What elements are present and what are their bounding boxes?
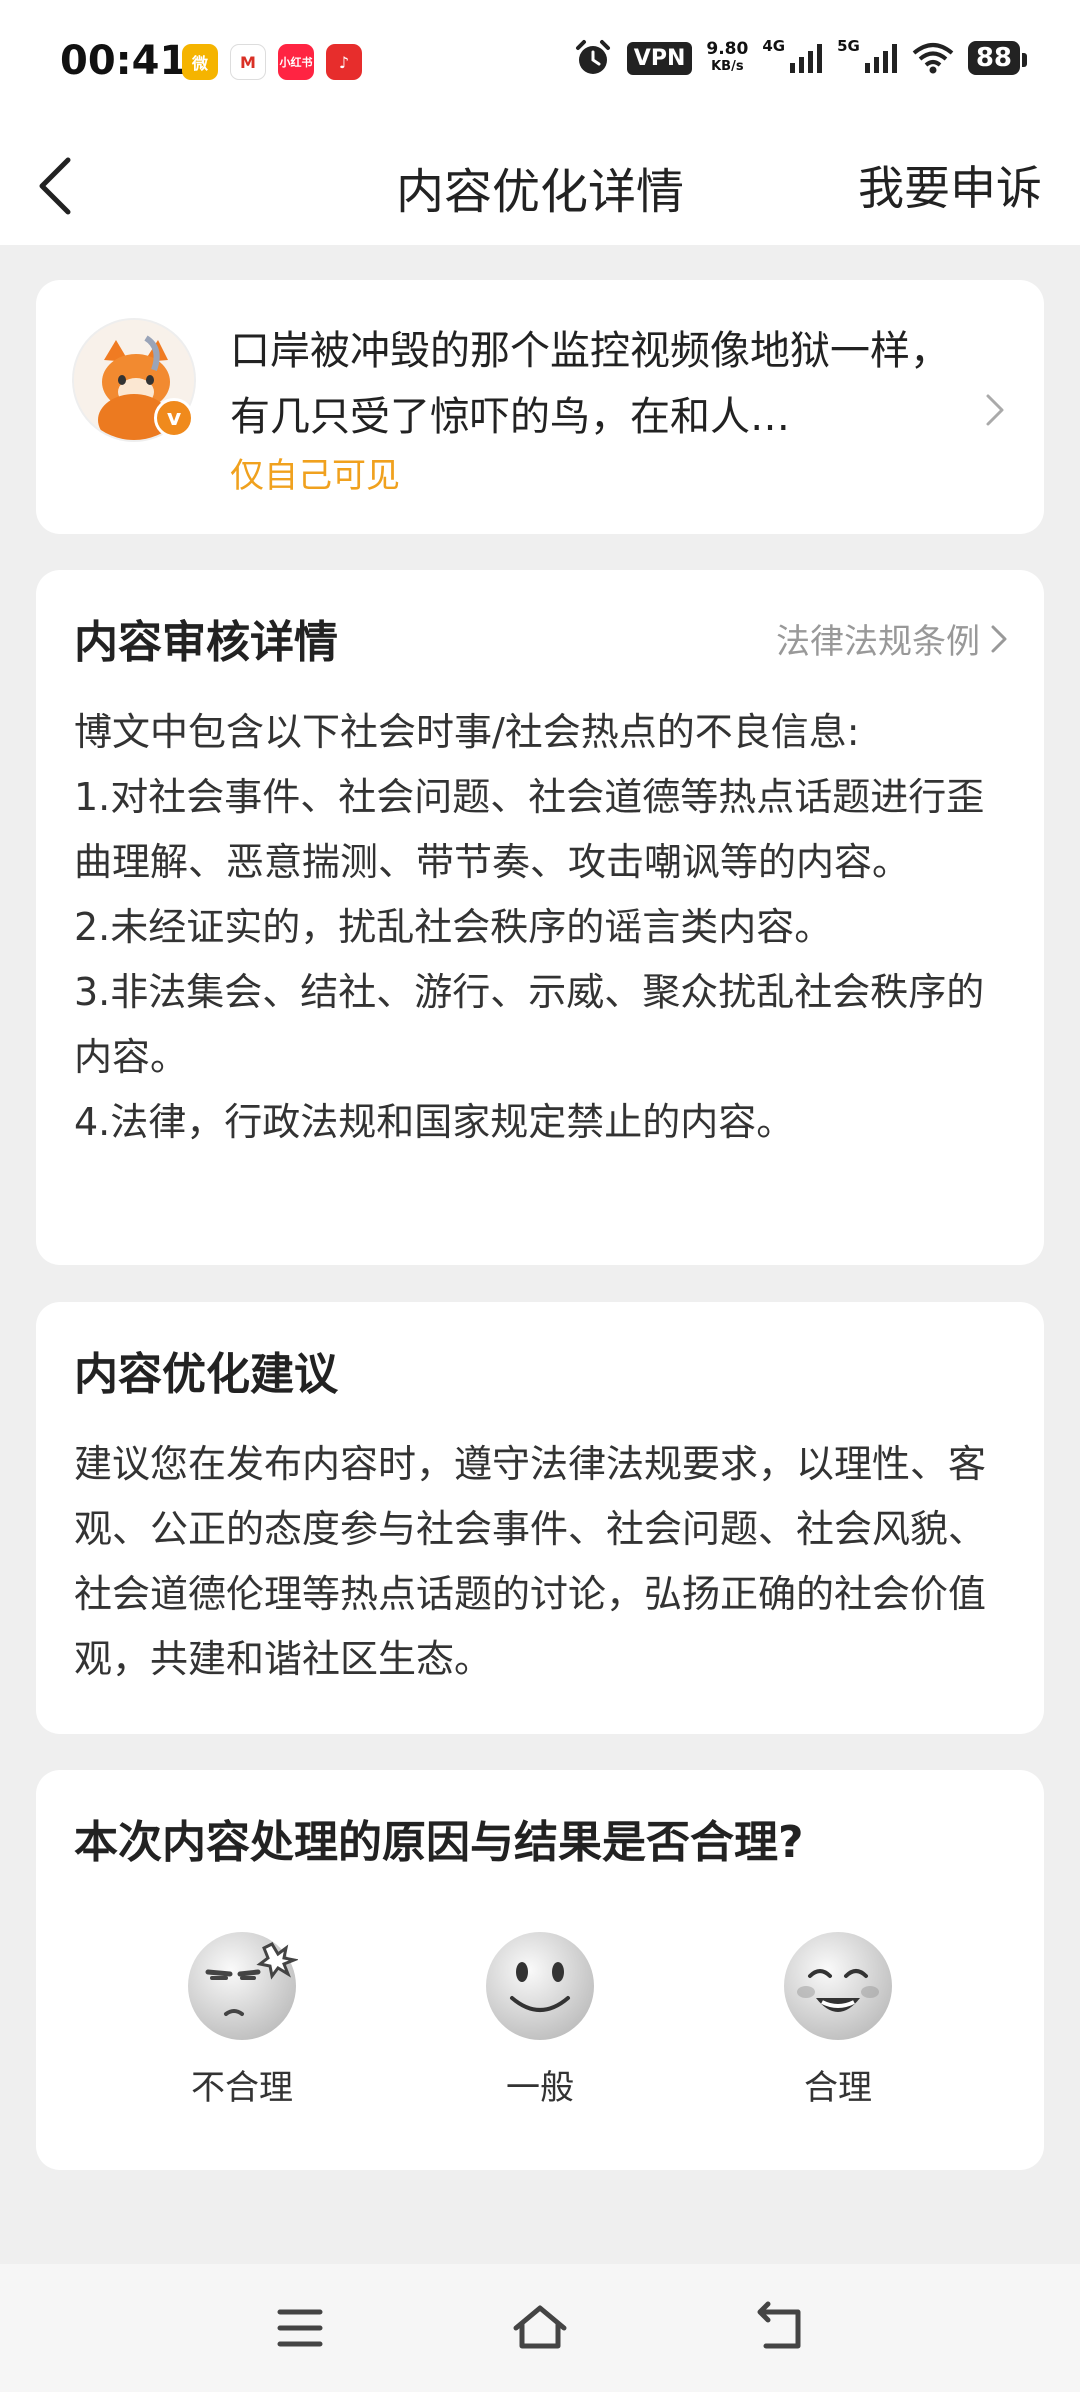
back-arrow-icon: [757, 2301, 801, 2349]
happy-face-icon: [784, 1932, 892, 2040]
back-nav-button[interactable]: [750, 2300, 810, 2356]
review-details-card: 内容审核详情 法律法规条例 博文中包含以下社会时事/社会热点的不良信息: 1.对…: [36, 570, 1044, 1265]
battery-indicator: 88: [967, 41, 1028, 75]
netease-music-app-icon: ♪: [326, 44, 362, 80]
signal-type-1: 4G: [762, 37, 786, 55]
signal-bars-icon: [864, 44, 897, 73]
status-time: 00:41: [60, 38, 188, 84]
post-card[interactable]: v 口岸被冲毁的那个监控视频像地狱一样，有几只受了惊吓的鸟，在和人… 仅自己可见: [36, 280, 1044, 534]
notification-app-icons: 微 M 小红书 ♪: [182, 44, 362, 80]
home-icon: [513, 2305, 567, 2349]
vpn-badge: VPN: [626, 41, 693, 75]
chevron-right-icon: [986, 394, 1004, 426]
review-line: 博文中包含以下社会时事/社会热点的不良信息:: [74, 710, 860, 754]
post-text: 口岸被冲毁的那个监控视频像地狱一样，有几只受了惊吓的鸟，在和人…: [230, 328, 950, 440]
system-nav-bar: [0, 2264, 1080, 2392]
feedback-option-average[interactable]: 一般: [440, 1930, 640, 2109]
review-line: 3.非法集会、结社、游行、示威、聚众扰乱社会秩序的内容。: [74, 970, 985, 1079]
law-regulations-label: 法律法规条例: [776, 622, 980, 662]
feedback-option-unreasonable[interactable]: 不合理: [142, 1930, 342, 2109]
suggestion-title: 内容优化建议: [74, 1349, 338, 1400]
status-bar: 00:41 微 M 小红书 ♪ VPN 9.80 KB/s 4G 5G 88: [0, 0, 1080, 130]
review-title: 内容审核详情: [74, 617, 338, 668]
signal-type-2: 5G: [837, 37, 860, 55]
review-line: 1.对社会事件、社会问题、社会道德等热点话题进行歪曲理解、恶意揣测、带节奏、攻击…: [74, 775, 985, 884]
post-visibility: 仅自己可见: [230, 456, 400, 496]
review-line: 2.未经证实的，扰乱社会秩序的谣言类内容。: [74, 905, 833, 949]
law-regulations-link[interactable]: 法律法规条例: [776, 614, 1008, 663]
network-speed-value: 9.80: [706, 39, 749, 59]
angry-face-icon: [188, 1932, 298, 2040]
gmail-app-icon: M: [230, 44, 266, 80]
review-body: 博文中包含以下社会时事/社会热点的不良信息: 1.对社会事件、社会问题、社会道德…: [74, 700, 1014, 1155]
feedback-option-label: 一般: [506, 2068, 574, 2108]
network-speed-unit: KB/s: [711, 59, 744, 74]
network-speed: 9.80 KB/s: [706, 40, 748, 76]
signal-bars-icon: [790, 44, 823, 73]
status-indicators: VPN 9.80 KB/s 4G 5G 88: [573, 37, 1028, 78]
review-line: 4.法律，行政法规和国家规定禁止的内容。: [74, 1100, 795, 1144]
feedback-card: 本次内容处理的原因与结果是否合理? 不合理 一般 合理: [36, 1770, 1044, 2170]
xiaohongshu-app-icon: 小红书: [278, 44, 314, 80]
weibo-app-icon: 微: [182, 44, 218, 80]
menu-icon: [277, 2309, 323, 2347]
verified-badge-icon: v: [154, 398, 194, 438]
home-button[interactable]: [510, 2300, 570, 2356]
feedback-options: 不合理 一般 合理: [36, 1930, 1044, 2130]
menu-button[interactable]: [270, 2300, 330, 2356]
alarm-icon: [575, 40, 610, 74]
wifi-icon: [912, 43, 954, 74]
suggestion-body: 建议您在发布内容时，遵守法律法规要求，以理性、客观、公正的态度参与社会事件、社会…: [74, 1442, 987, 1681]
feedback-question: 本次内容处理的原因与结果是否合理?: [74, 1817, 804, 1868]
feedback-option-reasonable[interactable]: 合理: [738, 1930, 938, 2109]
feedback-option-label: 不合理: [191, 2068, 293, 2108]
appeal-button[interactable]: 我要申诉: [858, 152, 1042, 218]
feedback-option-label: 合理: [804, 2068, 872, 2108]
nav-bar: 内容优化详情 我要申诉: [0, 130, 1080, 245]
neutral-smile-face-icon: [486, 1932, 594, 2040]
optimization-suggestion-card: 内容优化建议 建议您在发布内容时，遵守法律法规要求，以理性、客观、公正的态度参与…: [36, 1302, 1044, 1734]
chevron-right-icon: [991, 625, 1007, 652]
